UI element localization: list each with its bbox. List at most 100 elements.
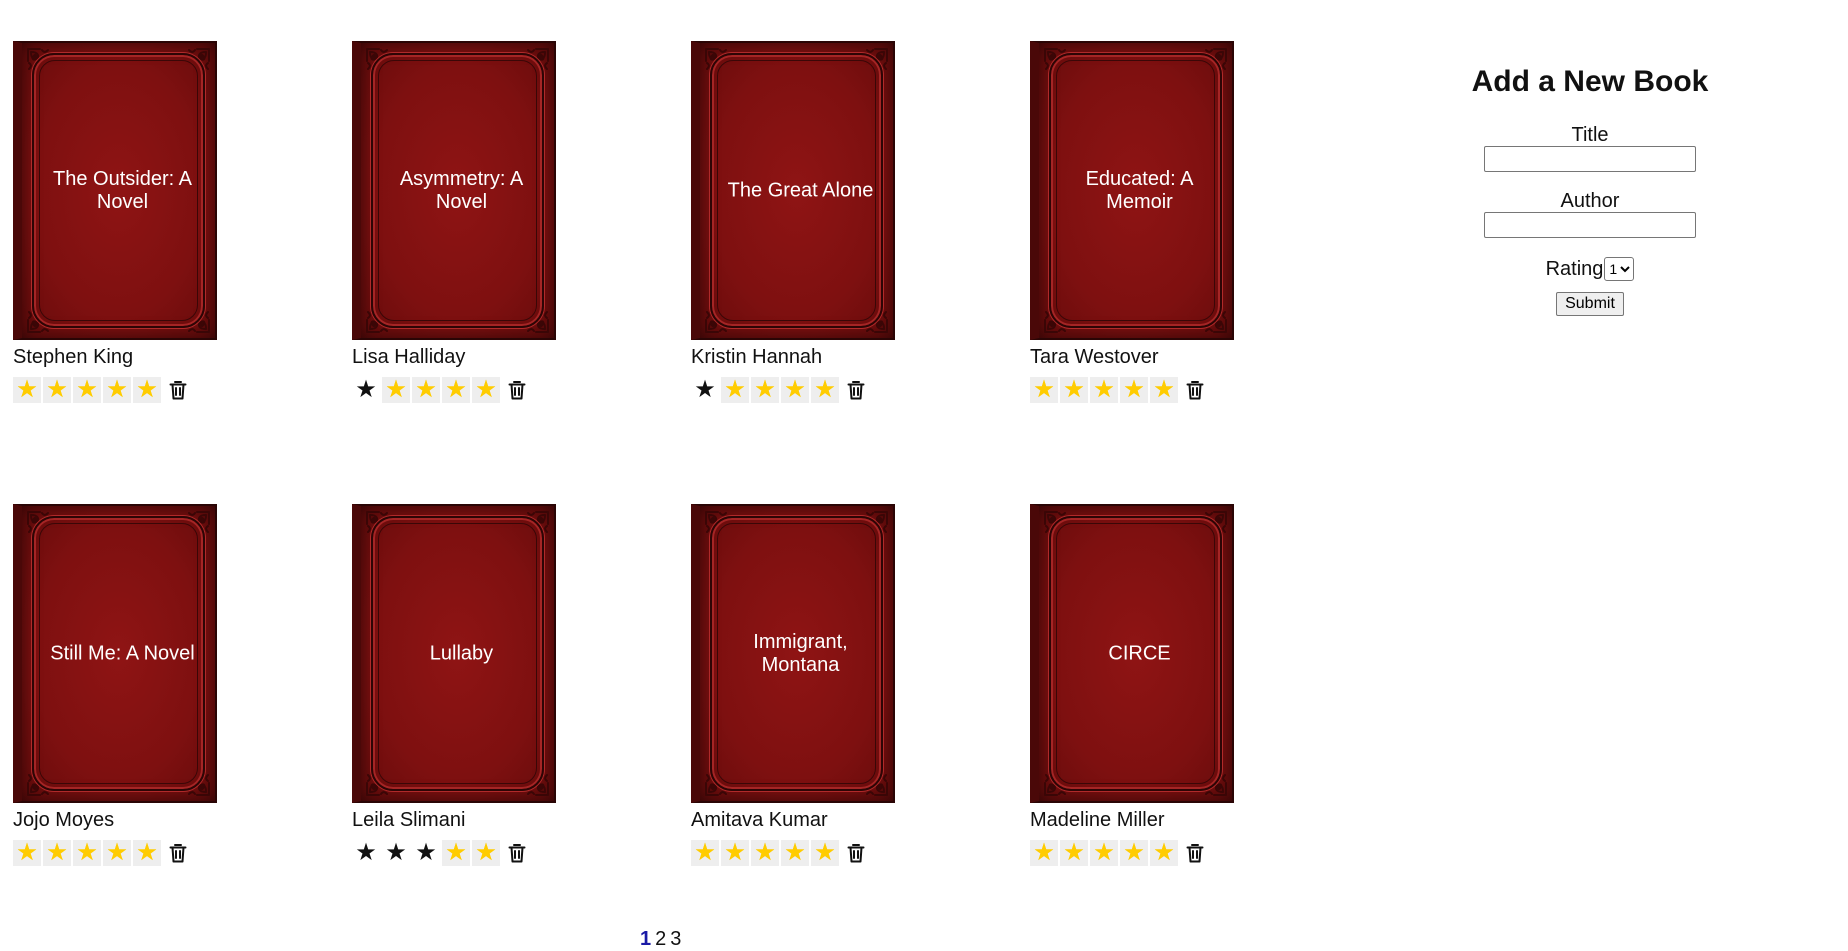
- star-filled-icon[interactable]: ★: [472, 840, 500, 866]
- star-filled-icon[interactable]: ★: [1090, 377, 1118, 403]
- star-filled-icon[interactable]: ★: [1060, 840, 1088, 866]
- book-author: Stephen King: [13, 346, 134, 368]
- title-input[interactable]: [1484, 146, 1696, 172]
- trash-icon[interactable]: [1182, 377, 1208, 403]
- corner-ornament-icon: [855, 763, 889, 797]
- book-cover[interactable]: Lullaby: [352, 504, 556, 803]
- trash-icon[interactable]: [504, 377, 530, 403]
- trash-icon[interactable]: [165, 840, 191, 866]
- star-filled-icon[interactable]: ★: [133, 840, 161, 866]
- page-link[interactable]: 1: [640, 928, 651, 951]
- corner-ornament-icon: [177, 300, 211, 334]
- book-card: The Great Alone Kristin Hannah ★ ★ ★ ★ ★: [691, 41, 897, 403]
- star-filled-icon[interactable]: ★: [43, 377, 71, 403]
- corner-ornament-icon: [855, 510, 889, 544]
- book-card: Lullaby Leila Slimani ★ ★ ★ ★ ★: [352, 504, 558, 866]
- star-filled-icon[interactable]: ★: [73, 840, 101, 866]
- star-rating: ★ ★ ★ ★ ★: [352, 840, 558, 866]
- book-cover[interactable]: CIRCE: [1030, 504, 1234, 803]
- star-filled-icon[interactable]: ★: [133, 377, 161, 403]
- book-card: Educated: A Memoir Tara Westover ★ ★ ★ ★ ★: [1030, 41, 1236, 403]
- star-filled-icon[interactable]: ★: [1120, 377, 1148, 403]
- star-filled-icon[interactable]: ★: [751, 840, 779, 866]
- corner-ornament-icon: [26, 300, 60, 334]
- star-filled-icon[interactable]: ★: [442, 377, 470, 403]
- book-card: CIRCE Madeline Miller ★ ★ ★ ★ ★: [1030, 504, 1236, 866]
- rating-label: Rating: [1545, 258, 1604, 280]
- book-title: Still Me: A Novel: [50, 642, 195, 664]
- corner-ornament-icon: [1043, 300, 1077, 334]
- corner-ornament-icon: [1043, 763, 1077, 797]
- book-title: Lullaby: [429, 642, 494, 664]
- star-filled-icon[interactable]: ★: [13, 840, 41, 866]
- star-filled-icon[interactable]: ★: [103, 377, 131, 403]
- star-rating: ★ ★ ★ ★ ★: [1030, 840, 1236, 866]
- star-empty-icon[interactable]: ★: [691, 377, 719, 403]
- star-filled-icon[interactable]: ★: [691, 840, 719, 866]
- star-rating: ★ ★ ★ ★ ★: [13, 377, 219, 403]
- corner-ornament-icon: [516, 510, 550, 544]
- trash-icon[interactable]: [165, 377, 191, 403]
- trash-icon[interactable]: [1182, 840, 1208, 866]
- star-filled-icon[interactable]: ★: [43, 840, 71, 866]
- book-title: Educated: A Memoir: [1085, 167, 1194, 213]
- star-filled-icon[interactable]: ★: [811, 840, 839, 866]
- star-filled-icon[interactable]: ★: [13, 377, 41, 403]
- star-empty-icon[interactable]: ★: [382, 840, 410, 866]
- star-filled-icon[interactable]: ★: [1060, 377, 1088, 403]
- star-filled-icon[interactable]: ★: [1030, 840, 1058, 866]
- corner-ornament-icon: [177, 763, 211, 797]
- page-link[interactable]: 2: [655, 928, 666, 951]
- corner-ornament-icon: [704, 300, 738, 334]
- star-filled-icon[interactable]: ★: [781, 377, 809, 403]
- star-filled-icon[interactable]: ★: [73, 377, 101, 403]
- trash-icon[interactable]: [843, 840, 869, 866]
- book-cover[interactable]: Educated: A Memoir: [1030, 41, 1234, 340]
- corner-ornament-icon: [365, 763, 399, 797]
- trash-icon[interactable]: [843, 377, 869, 403]
- page-link[interactable]: 3: [670, 928, 681, 951]
- corner-ornament-icon: [365, 300, 399, 334]
- corner-ornament-icon: [704, 510, 738, 544]
- star-filled-icon[interactable]: ★: [382, 377, 410, 403]
- star-filled-icon[interactable]: ★: [781, 840, 809, 866]
- submit-button[interactable]: Submit: [1556, 292, 1624, 316]
- rating-select[interactable]: 1: [1604, 257, 1635, 281]
- book-cover[interactable]: The Outsider: A Novel: [13, 41, 217, 340]
- star-empty-icon[interactable]: ★: [412, 840, 440, 866]
- corner-ornament-icon: [26, 47, 60, 81]
- book-card: Still Me: A Novel Jojo Moyes ★ ★ ★ ★ ★: [13, 504, 219, 866]
- star-filled-icon[interactable]: ★: [1030, 377, 1058, 403]
- book-cover[interactable]: Still Me: A Novel: [13, 504, 217, 803]
- book-cover[interactable]: Immigrant, Montana: [691, 504, 895, 803]
- star-filled-icon[interactable]: ★: [811, 377, 839, 403]
- star-filled-icon[interactable]: ★: [721, 377, 749, 403]
- star-filled-icon[interactable]: ★: [472, 377, 500, 403]
- trash-icon[interactable]: [504, 840, 530, 866]
- author-input[interactable]: [1484, 212, 1696, 238]
- book-cover[interactable]: Asymmetry: A Novel: [352, 41, 556, 340]
- star-filled-icon[interactable]: ★: [721, 840, 749, 866]
- corner-ornament-icon: [704, 47, 738, 81]
- corner-ornament-icon: [1194, 300, 1228, 334]
- star-filled-icon[interactable]: ★: [442, 840, 470, 866]
- star-filled-icon[interactable]: ★: [412, 377, 440, 403]
- star-rating: ★ ★ ★ ★ ★: [691, 840, 897, 866]
- star-filled-icon[interactable]: ★: [1120, 840, 1148, 866]
- book-title: Immigrant, Montana: [753, 630, 848, 676]
- book-author: Tara Westover: [1030, 346, 1159, 368]
- star-empty-icon[interactable]: ★: [352, 840, 380, 866]
- star-filled-icon[interactable]: ★: [1150, 840, 1178, 866]
- corner-ornament-icon: [1194, 763, 1228, 797]
- corner-ornament-icon: [855, 300, 889, 334]
- star-filled-icon[interactable]: ★: [1150, 377, 1178, 403]
- add-book-form: Add a New Book Title Author Rating 1 Sub…: [1430, 64, 1750, 316]
- star-filled-icon[interactable]: ★: [103, 840, 131, 866]
- corner-ornament-icon: [1043, 47, 1077, 81]
- star-filled-icon[interactable]: ★: [751, 377, 779, 403]
- star-filled-icon[interactable]: ★: [1090, 840, 1118, 866]
- corner-ornament-icon: [26, 510, 60, 544]
- star-empty-icon[interactable]: ★: [352, 377, 380, 403]
- corner-ornament-icon: [177, 47, 211, 81]
- book-cover[interactable]: The Great Alone: [691, 41, 895, 340]
